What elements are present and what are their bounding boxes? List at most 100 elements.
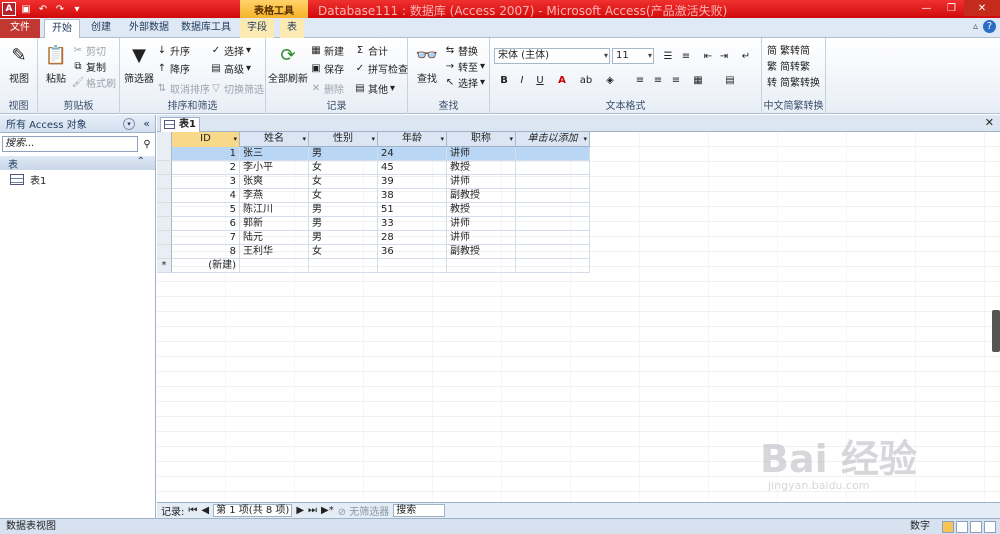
nav-category-tables[interactable]: 表 ⌃ — [0, 156, 155, 171]
close-button[interactable]: ✕ — [964, 0, 1000, 16]
table-cell[interactable] — [516, 161, 590, 175]
table-cell[interactable]: 24 — [378, 147, 447, 161]
access-logo-icon[interactable]: A — [2, 2, 16, 16]
nav-search-input[interactable]: 搜索... — [2, 136, 138, 152]
copy-button[interactable]: ⧉ 复制 — [72, 59, 106, 74]
table-cell[interactable]: 女 — [309, 245, 378, 259]
tab-database-tools[interactable]: 数据库工具 — [174, 19, 238, 38]
table-cell[interactable]: 38 — [378, 189, 447, 203]
datasheet-view-button[interactable] — [942, 521, 954, 533]
table-cell[interactable]: 8 — [172, 245, 240, 259]
search-icon[interactable]: ⚲ — [140, 136, 154, 152]
table-cell[interactable]: 男 — [309, 231, 378, 245]
redo-icon[interactable]: ↷ — [53, 2, 67, 16]
nav-pane-header[interactable]: 所有 Access 对象 ▾ « — [0, 115, 155, 133]
restore-button[interactable]: ❐ — [939, 0, 964, 16]
column-header-title[interactable]: 职称 ▾ — [447, 132, 516, 147]
undo-icon[interactable]: ↶ — [36, 2, 50, 16]
numbering-icon[interactable]: ≡ — [678, 48, 694, 64]
last-record-icon[interactable]: ⏭ — [308, 505, 317, 516]
column-header-name[interactable]: 姓名 ▾ — [240, 132, 309, 147]
alternate-row-color-icon[interactable]: ▤ — [722, 72, 738, 88]
table-row[interactable]: 3 张爽女 39 讲师 — [157, 175, 590, 189]
minimize-button[interactable]: — — [914, 0, 939, 16]
filter-button[interactable]: ▼ 筛选器 — [122, 42, 156, 86]
column-header-gender[interactable]: 性别 ▾ — [309, 132, 378, 147]
column-dropdown-icon[interactable]: ▾ — [440, 132, 444, 146]
column-dropdown-icon[interactable]: ▾ — [371, 132, 375, 146]
customize-qat-icon[interactable]: ▾ — [70, 2, 84, 16]
tab-create[interactable]: 创建 — [84, 19, 118, 38]
align-left-icon[interactable]: ≡ — [632, 72, 648, 88]
align-right-icon[interactable]: ≡ — [668, 72, 684, 88]
table-cell[interactable] — [516, 147, 590, 161]
table-cell[interactable]: 郭新 — [240, 217, 309, 231]
table-cell[interactable]: 副教授 — [447, 189, 516, 203]
font-size-select[interactable]: 11 ▾ — [612, 48, 654, 64]
table-row[interactable]: 4 李燕女 38 副教授 — [157, 189, 590, 203]
table-row[interactable]: 7 陆元男 28 讲师 — [157, 231, 590, 245]
tab-table[interactable]: 表 — [280, 19, 304, 38]
toggle-filter-button[interactable]: ▽ 切换筛选 — [210, 81, 264, 96]
table-cell[interactable]: 男 — [309, 203, 378, 217]
column-header-age[interactable]: 年龄 ▾ — [378, 132, 447, 147]
view-button[interactable]: ✎ 视图 — [4, 42, 34, 86]
column-header-id[interactable]: ID ▾ — [172, 132, 240, 147]
table-cell[interactable]: 6 — [172, 217, 240, 231]
nav-menu-chevron-icon[interactable]: ▾ — [123, 118, 135, 130]
sort-ascending-button[interactable]: ↓ 升序 — [156, 43, 190, 58]
select-button[interactable]: ↖ 选择 ▾ — [444, 75, 485, 90]
table-cell[interactable]: 陈江川 — [240, 203, 309, 217]
table-cell[interactable] — [447, 259, 516, 273]
table-cell[interactable] — [309, 259, 378, 273]
table-cell[interactable]: 4 — [172, 189, 240, 203]
table-cell[interactable]: 女 — [309, 175, 378, 189]
table-cell[interactable]: 33 — [378, 217, 447, 231]
select-all-cell[interactable] — [157, 132, 172, 147]
side-scroll-grip[interactable] — [992, 310, 1000, 352]
table-row[interactable]: 6 郭新男 33 讲师 — [157, 217, 590, 231]
row-selector[interactable] — [157, 147, 172, 161]
table-cell[interactable] — [516, 217, 590, 231]
table-cell[interactable] — [516, 245, 590, 259]
row-selector[interactable] — [157, 203, 172, 217]
table-cell[interactable]: 女 — [309, 189, 378, 203]
remove-sort-button[interactable]: ⇅ 取消排序 — [156, 81, 210, 96]
gridlines-icon[interactable]: ▦ — [690, 72, 706, 88]
table-cell[interactable]: 教授 — [447, 161, 516, 175]
column-dropdown-icon[interactable]: ▾ — [233, 132, 237, 146]
column-header-add[interactable]: 单击以添加 ▾ — [516, 132, 590, 147]
underline-icon[interactable]: U — [532, 72, 548, 88]
cut-button[interactable]: ✂ 剪切 — [72, 43, 106, 58]
selection-button[interactable]: ✓ 选择 ▾ — [210, 43, 251, 58]
design-view-button[interactable] — [984, 521, 996, 533]
table-cell[interactable]: 7 — [172, 231, 240, 245]
save-icon[interactable]: ▣ — [19, 2, 33, 16]
table-cell[interactable]: 李燕 — [240, 189, 309, 203]
table-cell[interactable]: 45 — [378, 161, 447, 175]
new-record-button[interactable]: ▦ 新建 — [310, 43, 344, 58]
table-cell[interactable]: 3 — [172, 175, 240, 189]
table-cell[interactable]: 讲师 — [447, 147, 516, 161]
italic-icon[interactable]: I — [514, 72, 530, 88]
sort-descending-button[interactable]: ↑ 降序 — [156, 61, 190, 76]
table-row[interactable]: 8 王利华女 36 副教授 — [157, 245, 590, 259]
table-cell[interactable]: 副教授 — [447, 245, 516, 259]
spelling-button[interactable]: ✓ 拼写检查 — [354, 61, 408, 76]
doc-tab-table1[interactable]: 表1 — [160, 117, 200, 132]
nav-item-table1[interactable]: 表1 — [10, 172, 46, 187]
row-selector[interactable] — [157, 231, 172, 245]
table-cell[interactable] — [516, 259, 590, 273]
column-dropdown-icon[interactable]: ▾ — [302, 132, 306, 146]
close-document-icon[interactable]: ✕ — [985, 116, 994, 129]
prev-record-icon[interactable]: ◀ — [201, 505, 209, 516]
find-button[interactable]: 👓 查找 — [412, 42, 442, 86]
traditional-to-simplified-button[interactable]: 简繁转简 — [766, 42, 810, 57]
table-cell[interactable]: 讲师 — [447, 231, 516, 245]
table-cell[interactable]: 51 — [378, 203, 447, 217]
table-row[interactable]: 5 陈江川男 51 教授 — [157, 203, 590, 217]
increase-indent-icon[interactable]: ⇥ — [716, 48, 732, 64]
no-filter-button[interactable]: ⊘ 无筛选器 — [338, 503, 390, 518]
advanced-button[interactable]: ▤ 高级 ▾ — [210, 61, 251, 76]
table-cell[interactable]: 28 — [378, 231, 447, 245]
